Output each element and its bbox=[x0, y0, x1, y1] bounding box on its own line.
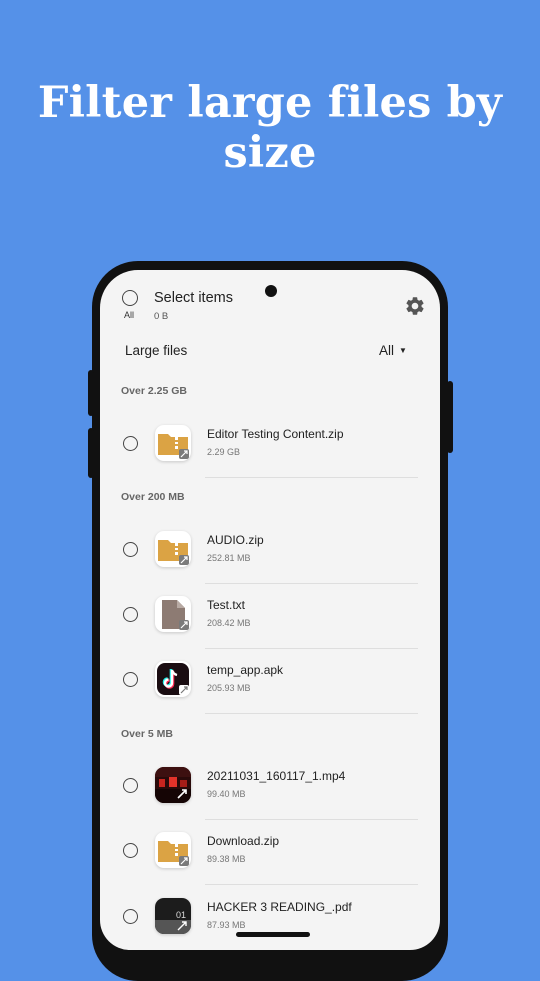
file-name: Editor Testing Content.zip bbox=[207, 427, 344, 441]
file-size: 205.93 MB bbox=[207, 683, 251, 693]
zip-folder-icon bbox=[155, 832, 191, 868]
row-divider bbox=[205, 884, 418, 885]
file-row[interactable]: Download.zip 89.38 MB bbox=[100, 820, 440, 885]
file-size: 87.93 MB bbox=[207, 920, 246, 930]
file-row[interactable]: Test.txt 208.42 MB bbox=[100, 584, 440, 649]
section-header: Over 2.25 GB bbox=[121, 385, 187, 397]
file-size: 99.40 MB bbox=[207, 789, 246, 799]
selected-size: 0 B bbox=[154, 311, 169, 322]
app-screen: All Select items 0 B Large files All ▼ Ov… bbox=[100, 270, 440, 950]
zip-folder-icon bbox=[155, 531, 191, 567]
file-select-radio[interactable] bbox=[123, 843, 138, 858]
file-select-radio[interactable] bbox=[123, 542, 138, 557]
file-name: HACKER 3 READING_.pdf bbox=[207, 900, 352, 914]
file-select-radio[interactable] bbox=[123, 778, 138, 793]
file-row[interactable]: 01 HACKER 3 READING_.pdf 87.93 MB bbox=[100, 886, 440, 950]
tiktok-app-icon bbox=[155, 661, 191, 697]
svg-text:01: 01 bbox=[176, 910, 186, 920]
file-row[interactable]: AUDIO.zip 252.81 MB bbox=[100, 519, 440, 584]
caret-down-icon: ▼ bbox=[399, 346, 407, 355]
row-divider bbox=[205, 713, 418, 714]
power-button bbox=[447, 381, 453, 453]
document-icon bbox=[155, 596, 191, 632]
row-divider bbox=[205, 477, 418, 478]
file-name: 20211031_160117_1.mp4 bbox=[207, 769, 346, 783]
large-files-title: Large files bbox=[125, 343, 188, 358]
filter-value: All bbox=[379, 343, 395, 358]
file-name: Download.zip bbox=[207, 834, 280, 848]
file-name: temp_app.apk bbox=[207, 663, 284, 677]
section-header: Over 200 MB bbox=[121, 491, 185, 503]
promo-headline: Filter large files by size bbox=[37, 78, 503, 178]
volume-up-button bbox=[88, 370, 94, 416]
file-select-radio[interactable] bbox=[123, 672, 138, 687]
file-select-radio[interactable] bbox=[123, 607, 138, 622]
file-row[interactable]: Editor Testing Content.zip 2.29 GB bbox=[100, 413, 440, 478]
video-thumbnail bbox=[155, 767, 191, 803]
file-row[interactable]: temp_app.apk 205.93 MB bbox=[100, 649, 440, 714]
file-size: 89.38 MB bbox=[207, 854, 246, 864]
select-items-title: Select items bbox=[154, 290, 233, 306]
file-name: Test.txt bbox=[207, 598, 246, 612]
file-select-radio[interactable] bbox=[123, 909, 138, 924]
front-camera bbox=[265, 285, 277, 297]
zip-folder-icon bbox=[155, 425, 191, 461]
size-filter-dropdown[interactable]: All ▼ bbox=[379, 343, 407, 358]
file-size: 208.42 MB bbox=[207, 618, 251, 628]
select-all-radio[interactable] bbox=[122, 290, 138, 306]
file-size: 2.29 GB bbox=[207, 447, 241, 457]
home-indicator[interactable] bbox=[236, 932, 310, 937]
section-header: Over 5 MB bbox=[121, 728, 173, 740]
file-row[interactable]: 20211031_160117_1.mp4 99.40 MB bbox=[100, 755, 440, 820]
file-size: 252.81 MB bbox=[207, 553, 251, 563]
file-select-radio[interactable] bbox=[123, 436, 138, 451]
pdf-thumbnail: 01 bbox=[155, 898, 191, 934]
gear-icon[interactable] bbox=[404, 295, 426, 317]
select-all-label: All bbox=[124, 310, 135, 320]
volume-down-button bbox=[88, 428, 94, 478]
file-name: AUDIO.zip bbox=[207, 533, 264, 547]
